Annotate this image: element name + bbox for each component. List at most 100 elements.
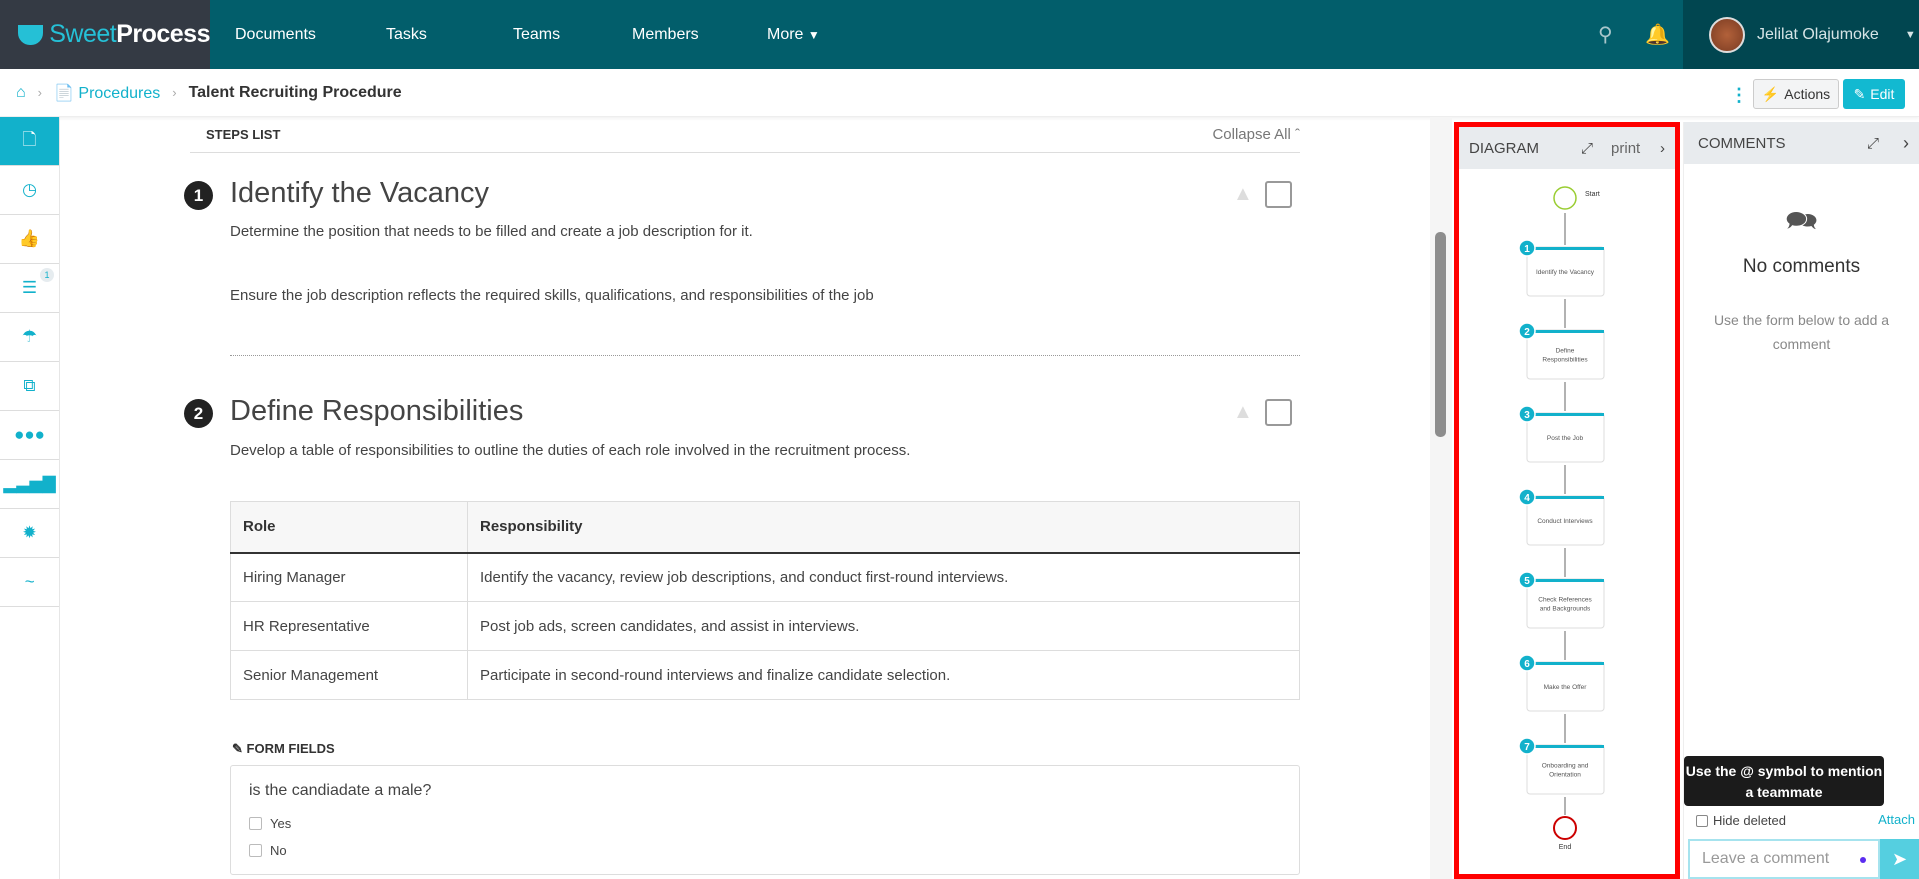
- attach-button[interactable]: Attach: [1878, 812, 1915, 827]
- scrollbar-thumb[interactable]: [1435, 232, 1446, 437]
- sidebar-item-badge[interactable]: ✹: [0, 509, 59, 558]
- logo[interactable]: SweetProcess: [0, 0, 210, 69]
- hide-deleted-checkbox[interactable]: Hide deleted: [1696, 813, 1786, 828]
- sidebar-item-history[interactable]: ◷: [0, 166, 59, 215]
- step-node-label: Define: [1556, 348, 1575, 355]
- nav-documents[interactable]: Documents: [235, 0, 316, 69]
- sidebar-item-team[interactable]: ●●●: [0, 411, 59, 460]
- comments-header: COMMENTS ⤢ ›: [1684, 122, 1919, 164]
- clock-icon: ◷: [22, 180, 37, 199]
- comment-placeholder: Leave a comment: [1702, 850, 1830, 867]
- step-node-label: and Backgrounds: [1540, 606, 1591, 613]
- chevron-right-icon: ›: [172, 85, 177, 100]
- step-node-label: Post the Job: [1547, 435, 1584, 442]
- nav-tasks[interactable]: Tasks: [386, 0, 427, 69]
- step-node-label: Onboarding and: [1542, 763, 1589, 770]
- chevron-right-icon[interactable]: ›: [1660, 140, 1665, 157]
- checkbox[interactable]: [249, 817, 262, 830]
- search-icon[interactable]: ⚲: [1598, 22, 1613, 47]
- end-label: End: [1559, 844, 1572, 851]
- chevron-down-icon: ▼: [807, 28, 820, 42]
- chat-bubbles-icon: 🗪: [1785, 205, 1818, 235]
- edit-label: Edit: [1870, 86, 1895, 102]
- scrollbar[interactable]: [1430, 117, 1452, 879]
- breadcrumb-procedures[interactable]: 📄 Procedures: [54, 83, 160, 103]
- send-button[interactable]: ➤: [1880, 839, 1919, 879]
- task-count-badge: 1: [40, 268, 54, 282]
- step-complete-checkbox[interactable]: [1265, 181, 1292, 208]
- diagram-panel: DIAGRAM ⤢ print › Start 1 Identify the Vac…: [1454, 122, 1680, 879]
- step-node-bar: [1527, 413, 1604, 416]
- form-fields-label: FORM FIELDS: [246, 741, 335, 756]
- step-title: Define Responsibilities: [230, 395, 524, 427]
- print-button[interactable]: print: [1611, 140, 1640, 157]
- collapse-all-label: Collapse All: [1212, 126, 1291, 143]
- chevron-down-icon: ▼: [1904, 28, 1916, 41]
- steps-list-title: STEPS LIST: [206, 127, 281, 142]
- edit-button[interactable]: ✎ Edit: [1843, 79, 1905, 109]
- step-node-number: 1: [1524, 244, 1530, 255]
- sidebar-item-approvals[interactable]: 👍: [0, 215, 59, 264]
- more-options-icon[interactable]: ⋮: [1730, 85, 1748, 106]
- nav-more-label: More: [767, 26, 804, 43]
- home-icon[interactable]: ⌂: [16, 84, 26, 102]
- option-yes[interactable]: Yes: [249, 816, 291, 831]
- step-node-bar: [1527, 745, 1604, 748]
- expand-icon[interactable]: ⤢: [1867, 135, 1879, 152]
- chevron-up-icon[interactable]: ▲: [1233, 401, 1253, 424]
- sidebar: 🗋 ◷ 👍 ☰ 1 ☂ ⧉ ●●● ▂▃▅▇ ✹ ~: [0, 117, 60, 879]
- expand-icon[interactable]: ⤢: [1581, 140, 1593, 157]
- chevron-right-icon: ›: [37, 85, 43, 100]
- table-header-row: Role Responsibility: [230, 501, 1300, 554]
- chevron-up-icon: ˆ: [1295, 126, 1300, 143]
- step-node-label: Conduct Interviews: [1537, 518, 1593, 525]
- step-node-label: Responsibilities: [1542, 357, 1588, 364]
- checkbox[interactable]: [1696, 814, 1708, 827]
- sidebar-item-signature[interactable]: ~: [0, 558, 59, 607]
- user-menu[interactable]: Jelilat Olajumoke ▼: [1683, 0, 1919, 69]
- actions-button[interactable]: ⚡ Actions: [1753, 79, 1839, 109]
- column-header: Responsibility: [467, 501, 1300, 554]
- nav-teams[interactable]: Teams: [513, 0, 560, 69]
- chevron-up-icon[interactable]: ▲: [1233, 183, 1253, 206]
- start-node: [1553, 186, 1577, 210]
- chevron-right-icon[interactable]: ›: [1903, 133, 1909, 154]
- table-row: Senior Management Participate in second-r…: [230, 650, 1300, 700]
- nav-more[interactable]: More ▼: [767, 0, 820, 69]
- logo-text-bold: Process: [116, 20, 210, 48]
- step-description: Ensure the job description reflects the …: [230, 287, 874, 304]
- page-title: Talent Recruiting Procedure: [188, 83, 402, 101]
- step-description: Develop a table of responsibilities to o…: [230, 442, 911, 459]
- nav-members[interactable]: Members: [632, 0, 699, 69]
- sidebar-item-stats[interactable]: ▂▃▅▇: [0, 460, 59, 509]
- step-node-bar: [1527, 662, 1604, 665]
- table-cell: Senior Management: [230, 650, 468, 700]
- logo-text: Sweet: [49, 20, 117, 48]
- paper-plane-icon: ➤: [1891, 849, 1908, 869]
- option-label: No: [270, 843, 287, 858]
- sidebar-item-policies[interactable]: ☂: [0, 313, 59, 362]
- step-divider: [230, 355, 1300, 356]
- document-icon: 🗋: [22, 129, 37, 149]
- step-complete-checkbox[interactable]: [1265, 399, 1292, 426]
- collapse-all-button[interactable]: Collapse All ˆ: [1212, 126, 1300, 143]
- umbrella-icon: ☂: [21, 327, 38, 346]
- step-node-label: Check References: [1538, 597, 1592, 604]
- sidebar-item-document[interactable]: 🗋: [0, 117, 59, 166]
- no-comments-label: No comments: [1742, 256, 1861, 277]
- bell-icon[interactable]: 🔔: [1645, 22, 1670, 47]
- checkbox[interactable]: [249, 844, 262, 857]
- step-node-number: 5: [1524, 576, 1530, 587]
- sidebar-item-tasks[interactable]: ☰ 1: [0, 264, 59, 313]
- signal-icon: ▂▃▅▇: [3, 474, 56, 493]
- users-icon: ●●●: [14, 425, 45, 444]
- step-node: [1526, 329, 1605, 380]
- comment-input[interactable]: Leave a comment: [1688, 839, 1880, 879]
- diagram-title: DIAGRAM: [1469, 139, 1540, 157]
- attach-label: Attach: [1878, 812, 1915, 827]
- option-no[interactable]: No: [249, 843, 287, 858]
- step-number: 2: [184, 399, 213, 428]
- sidebar-item-copies[interactable]: ⧉: [0, 362, 59, 411]
- step-node-bar: [1527, 330, 1604, 333]
- steps-list-header: STEPS LIST Collapse All ˆ: [190, 117, 1300, 153]
